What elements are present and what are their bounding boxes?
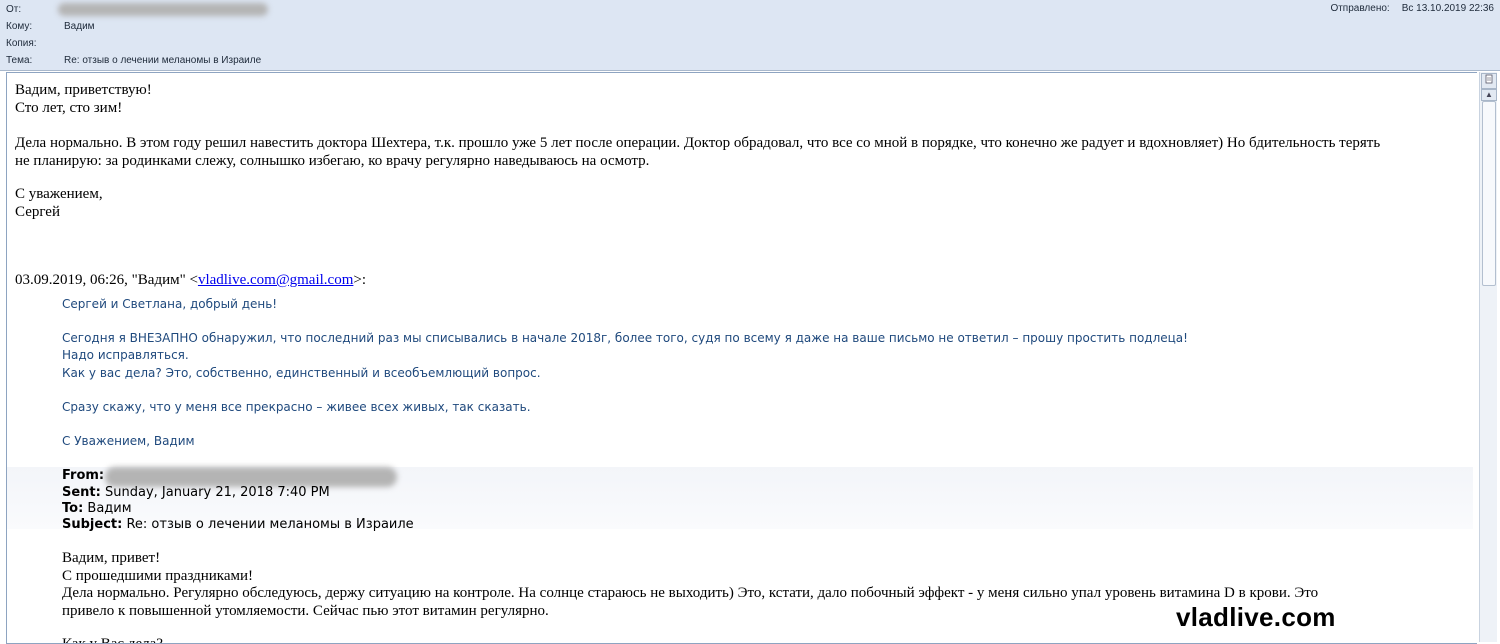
to-label: Кому: [6,21,33,32]
message-header: От: Кому: Вадим Копия: Тема: Re: отзыв о… [0,0,1500,71]
quoted-body-line: Дела нормально. Регулярно обследуюсь, де… [62,585,1319,601]
quoted-sent-label: Sent: [62,485,101,500]
quoted-sent-value: Sunday, January 21, 2018 7:40 PM [105,485,330,500]
quoted-body-line: Вадим, привет! [62,550,161,566]
quoted-from: From: [62,468,104,483]
quoted-from-label: From: [62,468,105,483]
redacted-sender [58,3,268,16]
subject-label: Тема: [6,55,33,66]
sent-info: Отправлено: Вс 13.10.2019 22:36 [1330,3,1494,14]
quoted-subject: Subject: Re: отзыв о лечении меланомы в … [62,517,414,532]
body-line: Сто лет, сто зим! [15,100,123,116]
watermark: vladlive.com [1176,602,1336,632]
quote-header: 03.09.2019, 06:26, "Вадим" <vladlive.com… [15,272,366,289]
quoted-sent: Sent: Sunday, January 21, 2018 7:40 PM [62,485,330,500]
quoted-subject-label: Subject: [62,517,123,532]
greeting: Вадим, приветствую! [15,82,152,98]
quoted-to: To: Вадим [62,501,132,516]
quoted-line: Сергей и Светлана, добрый день! [62,297,278,311]
quoted-line: Сразу скажу, что у меня все прекрасно – … [62,400,531,414]
quoted-line: С Уважением, Вадим [62,434,195,448]
message-body[interactable]: Вадим, приветствую! Сто лет, сто зим! Де… [6,72,1477,644]
body-line: не планирую: за родинками слежу, солнышк… [15,153,650,169]
quoted-body-line: С прошедшими праздниками! [62,568,254,584]
closing: С уважением, [15,186,103,202]
quoted-line: Как у вас дела? Это, собственно, единств… [62,366,541,380]
page-icon[interactable] [1481,73,1497,89]
email-link[interactable]: vladlive.com@gmail.com [198,272,353,288]
to-value[interactable]: Вадим [64,20,95,34]
redacted-quoted-sender [105,467,397,487]
body-line: Дела нормально. В этом году решил навест… [15,135,1381,151]
triangle-up-icon[interactable]: ▲ [1481,89,1497,101]
sent-value: Вс 13.10.2019 22:36 [1401,3,1494,14]
quoted-to-value: Вадим [87,501,132,516]
quoted-body-line: Как у Вас дела? [62,636,163,644]
vertical-scrollbar[interactable]: ▲ [1479,72,1497,642]
quoted-line: Надо исправляться. [62,348,189,362]
quoted-subject-value: Re: отзыв о лечении меланомы в Израиле [126,517,414,532]
scrollbar-thumb[interactable] [1482,101,1496,286]
quote-header-prefix: 03.09.2019, 06:26, "Вадим" < [15,272,198,288]
from-label: От: [6,4,22,15]
signature: Сергей [15,204,60,220]
quoted-body-line: привело к повышенной утомляемости. Сейча… [62,603,549,619]
quoted-line: Сегодня я ВНЕЗАПНО обнаружил, что послед… [62,331,1188,345]
sent-label: Отправлено: [1330,3,1390,14]
quoted-header-block: From: Sent: Sunday, January 21, 2018 7:4… [7,467,1473,532]
quote-header-suffix: >: [353,272,367,288]
subject-value: Re: отзыв о лечении меланомы в Израиле [64,55,262,66]
quoted-to-label: To: [62,501,84,516]
cc-label: Копия: [6,38,37,49]
